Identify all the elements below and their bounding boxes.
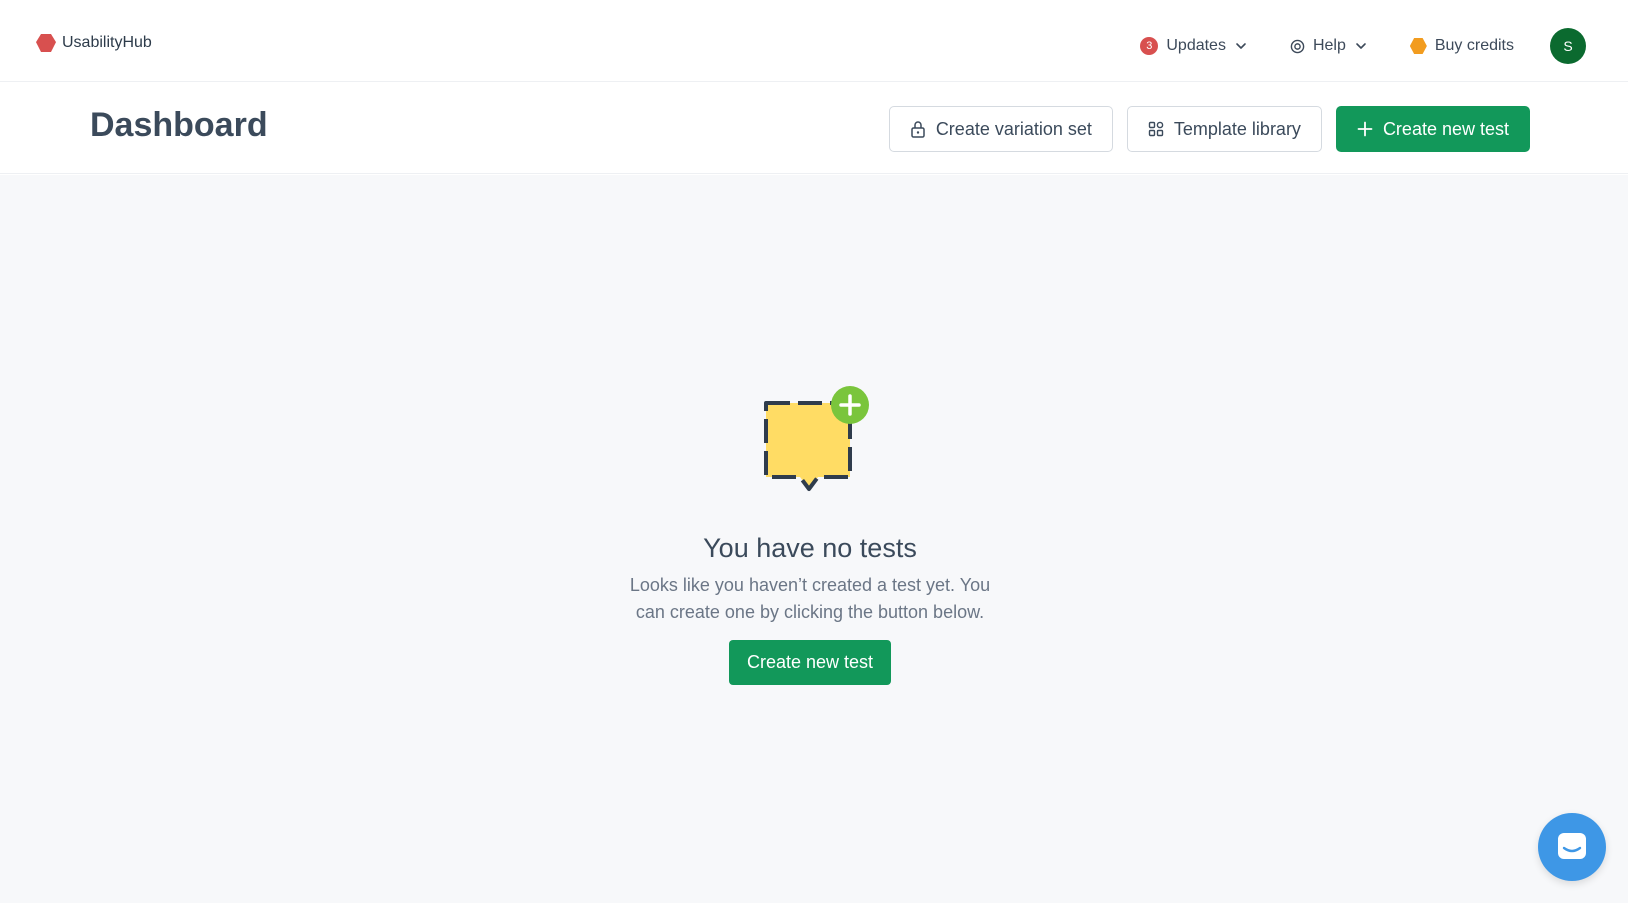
chevron-down-icon <box>1236 43 1246 49</box>
main-content: You have no tests Looks like you haven’t… <box>0 175 1628 903</box>
page-title: Dashboard <box>90 106 268 144</box>
empty-create-new-test-button[interactable]: Create new test <box>728 640 892 685</box>
top-navbar: UsabilityHub 3 Updates Help Buy credits … <box>0 10 1628 82</box>
updates-count-badge: 3 <box>1140 37 1159 55</box>
header-actions: Create variation set Template library Cr… <box>888 106 1530 152</box>
chat-launcher-button[interactable] <box>1538 813 1606 881</box>
create-new-test-button[interactable]: Create new test <box>1335 106 1530 152</box>
empty-state-title: You have no tests <box>703 533 917 563</box>
page: UsabilityHub 3 Updates Help Buy credits … <box>0 0 1628 903</box>
brand-name: UsabilityHub <box>62 34 152 51</box>
updates-menu[interactable]: 3 Updates <box>1140 37 1248 55</box>
brand-logo-link[interactable]: UsabilityHub <box>36 34 152 52</box>
empty-state: You have no tests Looks like you haven’t… <box>0 385 1620 685</box>
help-lifebuoy-icon <box>1290 39 1305 53</box>
credits-coin-icon <box>1409 38 1427 54</box>
buy-credits-label: Buy credits <box>1434 37 1514 54</box>
template-library-button[interactable]: Template library <box>1126 106 1322 152</box>
empty-tests-illustration-icon <box>764 386 869 491</box>
lock-icon <box>911 121 925 138</box>
nav-right: 3 Updates Help Buy credits S <box>1098 28 1586 64</box>
template-library-label: Template library <box>1173 118 1301 139</box>
updates-label: Updates <box>1166 37 1226 54</box>
help-label: Help <box>1312 37 1346 54</box>
chevron-down-icon <box>1356 43 1366 49</box>
usabilityhub-logo-icon <box>36 34 56 52</box>
create-variation-set-label: Create variation set <box>935 118 1092 139</box>
grid-icon <box>1148 121 1164 137</box>
create-variation-set-button[interactable]: Create variation set <box>888 106 1113 152</box>
chat-icon <box>1558 833 1586 859</box>
buy-credits-link[interactable]: Buy credits <box>1409 37 1514 55</box>
help-menu[interactable]: Help <box>1290 37 1368 55</box>
empty-state-description: Looks like you haven’t created a test ye… <box>629 575 991 622</box>
plus-icon <box>1357 121 1373 137</box>
create-new-test-label: Create new test <box>1382 118 1509 139</box>
user-avatar[interactable]: S <box>1550 28 1586 64</box>
page-header: Dashboard Create variation set Template … <box>0 82 1628 174</box>
avatar-initial: S <box>1563 38 1573 54</box>
